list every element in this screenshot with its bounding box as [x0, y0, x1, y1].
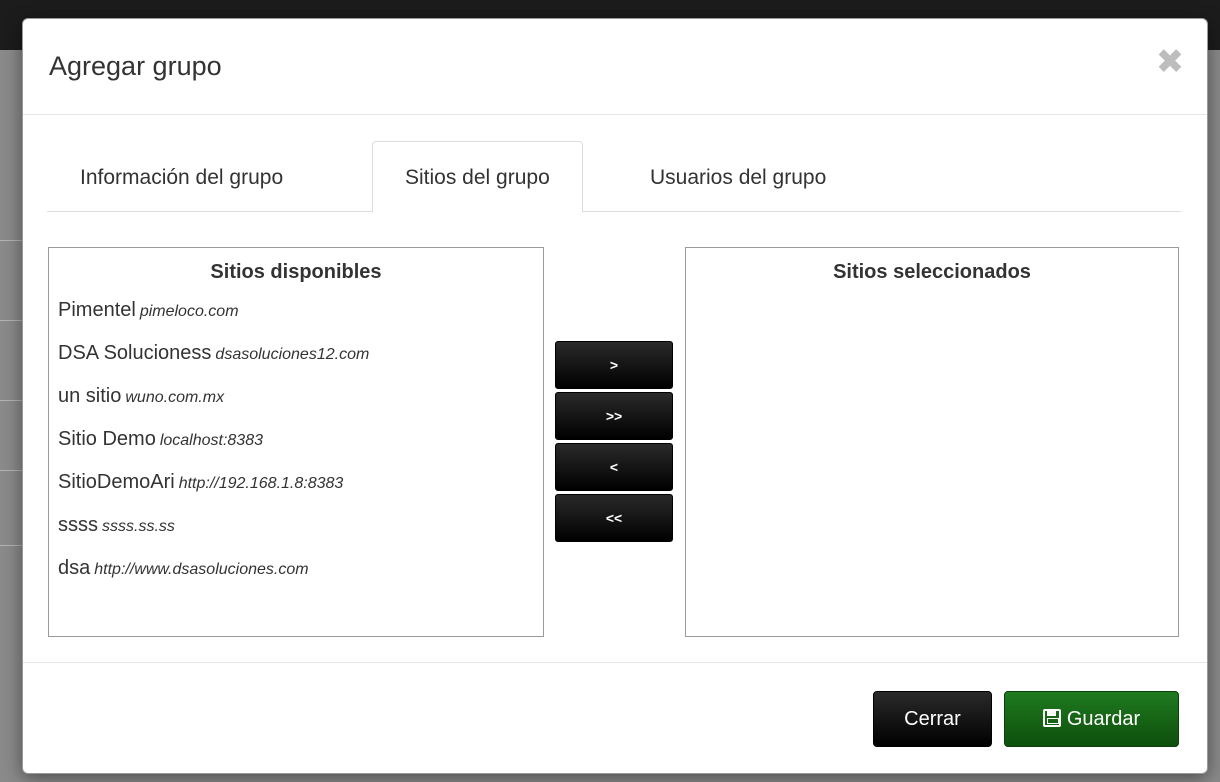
list-item[interactable]: dsa http://www.dsasoluciones.com [58, 556, 543, 599]
modal-title: Agregar grupo [49, 51, 222, 81]
floppy-disk-icon [1042, 709, 1061, 727]
site-name: DSA Solucioness [58, 342, 212, 364]
selected-sites-panel: Sitios seleccionados [685, 247, 1179, 637]
group-tabs: Información del grupo Sitios del grupo U… [47, 141, 1181, 213]
available-sites-title: Sitios disponibles [210, 261, 382, 283]
site-url: http://www.dsasoluciones.com [94, 561, 309, 578]
site-url: http://192.168.1.8:8383 [178, 475, 344, 492]
list-item[interactable]: DSA Solucioness dsasoluciones12.com [58, 341, 543, 384]
move-selected-left-button[interactable]: < [555, 443, 673, 491]
background-divider [0, 400, 22, 401]
site-url: localhost:8383 [159, 432, 263, 449]
move-buttons-group: > >> < << [555, 341, 673, 545]
move-selected-right-button[interactable]: > [555, 341, 673, 389]
site-url: pimeloco.com [139, 303, 239, 320]
site-name: SitioDemoAri [58, 471, 175, 493]
list-item[interactable]: un sitio wuno.com.mx [58, 384, 543, 427]
tab-group-users[interactable]: Usuarios del grupo [617, 141, 859, 212]
site-url: dsasoluciones12.com [215, 346, 370, 363]
site-name: un sitio [58, 385, 122, 407]
list-item[interactable]: SitioDemoAri http://192.168.1.8:8383 [58, 470, 543, 513]
move-all-right-button[interactable]: >> [555, 392, 673, 440]
close-icon[interactable]: ✖ [1155, 45, 1185, 79]
background-divider [0, 240, 22, 241]
close-button[interactable]: Cerrar [873, 691, 992, 747]
list-item[interactable]: Sitio Demo localhost:8383 [58, 427, 543, 470]
list-item[interactable]: Pimentel pimeloco.com [58, 298, 543, 341]
tab-group-sites[interactable]: Sitios del grupo [372, 141, 583, 213]
available-sites-list: Pimentel pimeloco.com DSA Solucioness dsas… [49, 298, 543, 599]
site-url: ssss.ss.ss [102, 518, 175, 535]
save-button-label: Guardar [1066, 708, 1141, 730]
site-name: Pimentel [58, 299, 136, 321]
background-divider [0, 545, 22, 546]
add-group-modal: Agregar grupo ✖ Información del grupo Si… [22, 18, 1208, 774]
modal-footer: Cerrar Guardar [23, 662, 1207, 774]
site-name: ssss [58, 514, 98, 536]
move-all-left-button[interactable]: << [555, 494, 673, 542]
background-divider [0, 470, 22, 471]
selected-sites-title: Sitios seleccionados [833, 261, 1031, 283]
background-divider [0, 320, 22, 321]
modal-header: Agregar grupo ✖ [23, 19, 1207, 115]
tab-group-info[interactable]: Información del grupo [47, 141, 316, 212]
site-name: Sitio Demo [58, 428, 156, 450]
available-sites-panel: Sitios disponibles Pimentel pimeloco.com … [48, 247, 544, 637]
list-item[interactable]: ssss ssss.ss.ss [58, 513, 543, 556]
site-name: dsa [58, 557, 91, 579]
site-url: wuno.com.mx [125, 389, 225, 406]
save-button[interactable]: Guardar [1004, 691, 1179, 747]
